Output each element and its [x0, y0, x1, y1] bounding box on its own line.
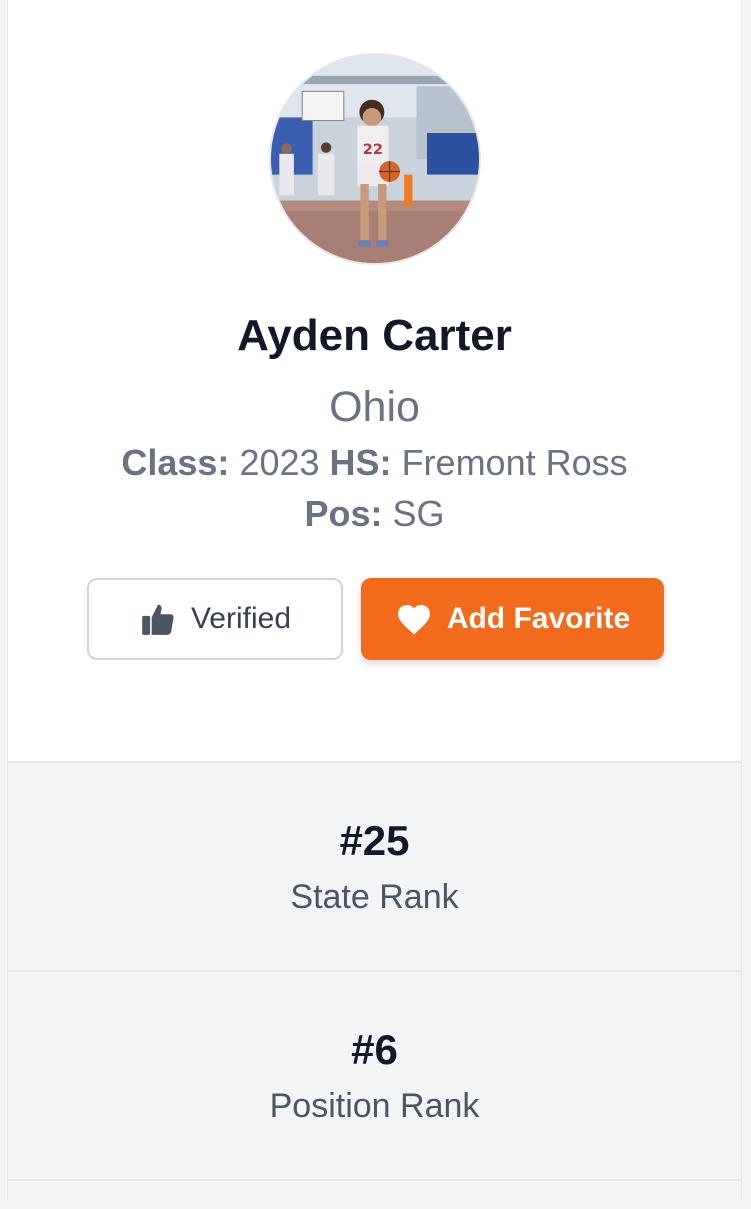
state-rank-value: #25 — [339, 817, 410, 864]
add-favorite-button[interactable]: Add Favorite — [361, 578, 664, 660]
thumbs-up-icon — [139, 600, 177, 638]
hs-value: Fremont Ross — [401, 442, 628, 483]
next-rank-section — [8, 1179, 741, 1209]
position-rank-section: #6 Position Rank — [8, 970, 741, 1179]
player-name: Ayden Carter — [237, 311, 512, 360]
state-rank-label: State Rank — [290, 878, 459, 916]
profile-header: 22 Ayden Carter Ohio Class: 2023 HS: Fre… — [8, 0, 741, 761]
verified-button[interactable]: Verified — [87, 578, 343, 660]
class-and-school: Class: 2023 HS: Fremont Ross — [8, 441, 741, 485]
class-label: Class: — [121, 442, 230, 483]
position-rank-label: Position Rank — [269, 1087, 480, 1125]
position-info: Pos: SG — [8, 492, 741, 536]
pos-value: SG — [392, 493, 445, 534]
player-state: Ohio — [329, 383, 420, 431]
heart-icon — [395, 602, 433, 636]
avatar[interactable]: 22 — [269, 53, 481, 265]
svg-text:22: 22 — [363, 141, 383, 158]
add-favorite-label: Add Favorite — [446, 602, 631, 635]
state-rank-section: #25 State Rank — [8, 761, 741, 970]
pos-label: Pos: — [304, 493, 383, 534]
hs-label: HS: — [329, 442, 392, 483]
class-value: 2023 — [239, 442, 320, 483]
position-rank-value: #6 — [351, 1026, 398, 1073]
player-photo: 22 — [271, 55, 479, 263]
player-profile-card: 22 Ayden Carter Ohio Class: 2023 HS: Fre… — [7, 0, 742, 1209]
verified-label: Verified — [190, 602, 292, 635]
